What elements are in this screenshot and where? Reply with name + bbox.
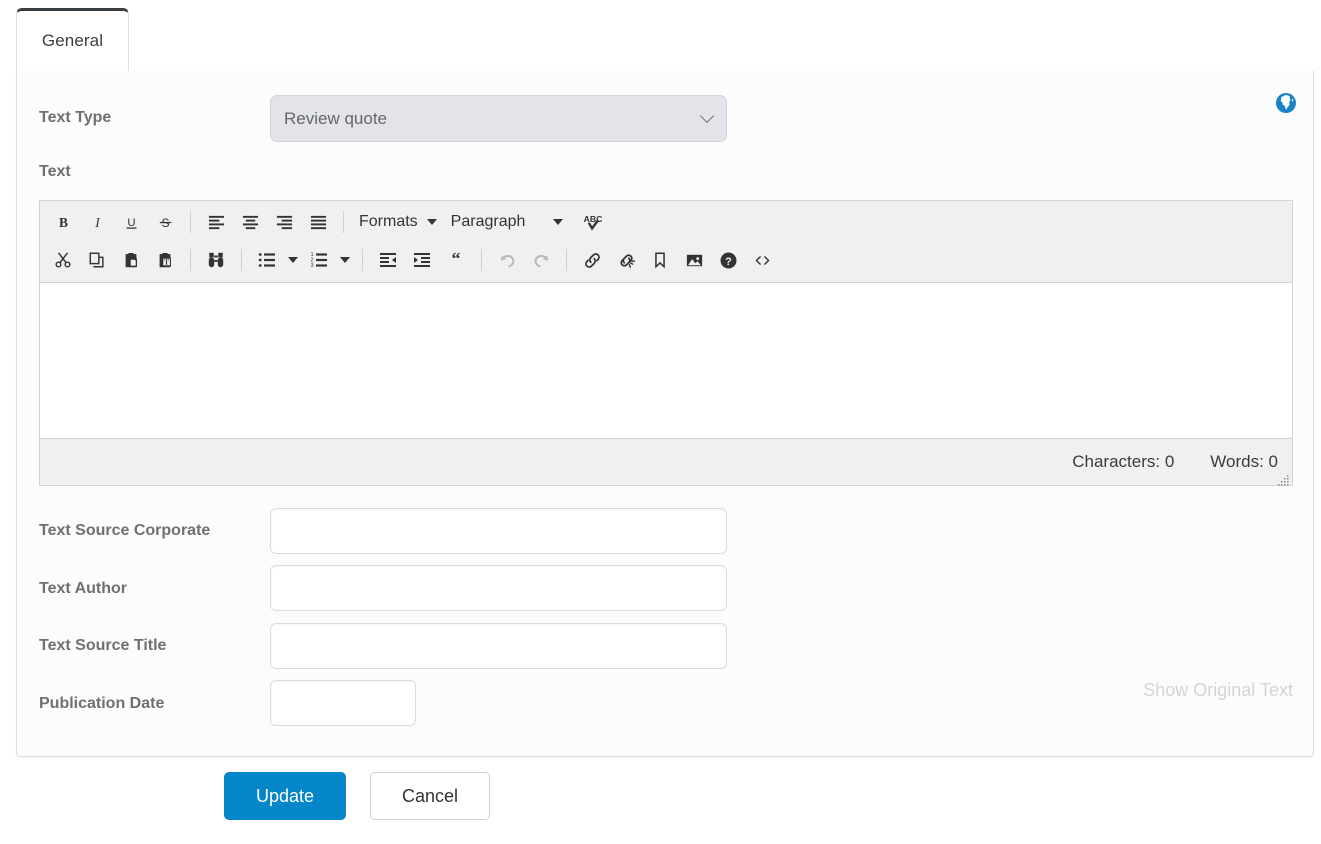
editor-toolbar-row-2: T 1 2 3 “ ? — [46, 241, 1286, 279]
svg-text:I: I — [94, 214, 100, 229]
editor-toolbar-row-1: B I U S Formats Paragraph ABC — [46, 203, 1286, 241]
toolbar-separator — [362, 249, 363, 271]
numbered-list-caret-icon[interactable] — [336, 243, 354, 277]
text-type-select-value[interactable]: Review quote — [270, 95, 727, 142]
paste-as-text-icon[interactable]: T — [148, 243, 182, 277]
svg-text:T: T — [164, 259, 169, 267]
tab-general-label: General — [41, 31, 104, 50]
paragraph-menu-label: Paragraph — [450, 213, 526, 230]
editor-toolbar: B I U S Formats Paragraph ABC T 1 2 3 “ … — [40, 201, 1292, 283]
insert-link-icon[interactable] — [575, 243, 609, 277]
bullet-list-icon[interactable] — [250, 243, 284, 277]
strikethrough-icon[interactable]: S — [148, 205, 182, 239]
editor-status-bar: Characters: 0 Words: 0 — [40, 438, 1292, 486]
underline-icon[interactable]: U — [114, 205, 148, 239]
svg-text:“: “ — [452, 251, 461, 269]
anchor-icon[interactable] — [643, 243, 677, 277]
unlink-icon[interactable] — [609, 243, 643, 277]
toolbar-separator — [343, 211, 344, 233]
copy-icon[interactable] — [80, 243, 114, 277]
toolbar-separator — [241, 249, 242, 271]
cut-icon[interactable] — [46, 243, 80, 277]
label-text-source-title: Text Source Title — [39, 637, 167, 654]
svg-text:3: 3 — [311, 263, 314, 269]
blockquote-icon[interactable]: “ — [439, 243, 473, 277]
toolbar-separator — [566, 249, 567, 271]
chevron-down-icon — [426, 219, 437, 225]
svg-text:ABC: ABC — [584, 214, 603, 224]
tab-strip: General — [16, 8, 1314, 72]
find-and-replace-icon[interactable] — [199, 243, 233, 277]
dialog-footer: Update Cancel — [224, 772, 490, 820]
paste-icon[interactable] — [114, 243, 148, 277]
source-code-icon[interactable] — [745, 243, 779, 277]
toolbar-separator — [190, 249, 191, 271]
chevron-down-icon — [553, 219, 564, 225]
help-icon[interactable]: ? — [711, 243, 745, 277]
svg-text:B: B — [59, 214, 68, 229]
label-text-author: Text Author — [39, 580, 127, 597]
form-panel: Text Type Review quote Text B I U S Form… — [16, 71, 1314, 757]
align-center-icon[interactable] — [233, 205, 267, 239]
paragraph-menu[interactable]: Paragraph — [444, 205, 571, 239]
text-source-title-input[interactable] — [270, 623, 727, 669]
toolbar-separator — [190, 211, 191, 233]
label-publication-date: Publication Date — [39, 695, 165, 712]
outdent-icon[interactable] — [371, 243, 405, 277]
publication-date-input[interactable] — [270, 680, 416, 726]
bold-icon[interactable]: B — [46, 205, 80, 239]
editor-resize-handle[interactable] — [1278, 471, 1290, 486]
formats-menu-label: Formats — [359, 213, 418, 230]
bullet-list-caret-icon[interactable] — [284, 243, 302, 277]
word-count: Words: 0 — [1210, 452, 1278, 471]
align-left-icon[interactable] — [199, 205, 233, 239]
numbered-list-icon[interactable]: 1 2 3 — [302, 243, 336, 277]
text-type-select[interactable]: Review quote — [270, 95, 727, 142]
indent-icon[interactable] — [405, 243, 439, 277]
undo-icon[interactable] — [490, 243, 524, 277]
show-original-text-link[interactable]: Show Original Text — [1143, 680, 1293, 701]
text-source-corporate-input[interactable] — [270, 508, 727, 554]
insert-image-icon[interactable] — [677, 243, 711, 277]
align-justify-icon[interactable] — [301, 205, 335, 239]
label-text-source-corporate: Text Source Corporate — [39, 522, 211, 539]
redo-icon[interactable] — [524, 243, 558, 277]
spellcheck-icon[interactable]: ABC — [576, 205, 610, 239]
label-text-type: Text Type — [39, 109, 112, 126]
tab-general[interactable]: General — [16, 8, 129, 72]
align-right-icon[interactable] — [267, 205, 301, 239]
editor-content-area[interactable] — [40, 287, 1292, 438]
dialog-root: General Text Type Review quote Text B I … — [0, 0, 1321, 844]
label-text: Text — [39, 163, 71, 180]
update-button[interactable]: Update — [224, 772, 346, 820]
svg-text:?: ? — [725, 255, 732, 267]
globe-icon[interactable] — [1275, 92, 1297, 114]
toolbar-separator — [481, 249, 482, 271]
rich-text-editor: B I U S Formats Paragraph ABC T 1 2 3 “ … — [39, 200, 1293, 486]
character-count: Characters: 0 — [1072, 452, 1175, 471]
formats-menu[interactable]: Formats — [352, 205, 444, 239]
svg-text:U: U — [127, 217, 135, 229]
italic-icon[interactable]: I — [80, 205, 114, 239]
cancel-button[interactable]: Cancel — [370, 772, 490, 820]
text-author-input[interactable] — [270, 565, 727, 611]
